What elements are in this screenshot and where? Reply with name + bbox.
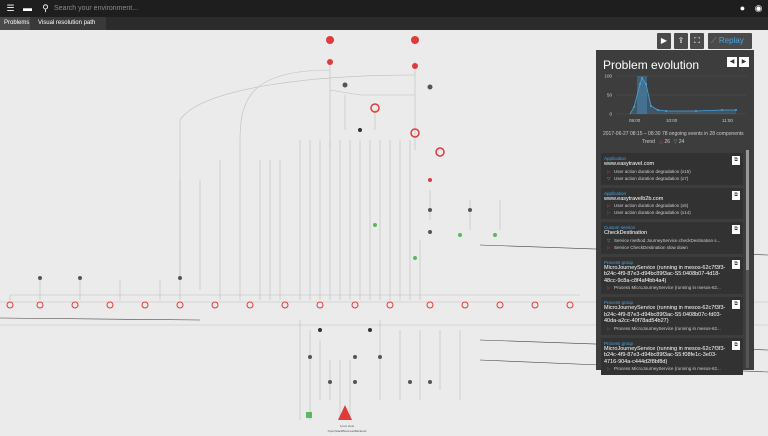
trend-label: Trend	[642, 139, 655, 145]
event-text: Service method JourneyService.checkDesti…	[614, 237, 721, 243]
open-entity-icon[interactable]: ⧉	[732, 156, 740, 165]
graph-nodes	[6, 36, 574, 420]
trend-down-count: 24	[678, 139, 685, 145]
replay-button[interactable]: ⟋ Replay	[708, 33, 752, 49]
upload-icon: ⇪	[677, 36, 685, 45]
open-entity-icon[interactable]: ⧉	[732, 259, 740, 269]
fullscreen-icon: ⛶	[694, 36, 700, 45]
search-input[interactable]: Search your environment...	[54, 3, 138, 14]
play-icon: ▶	[660, 36, 668, 45]
y-tick: 0	[609, 112, 612, 117]
card-event[interactable]: ▷ Process MicroJourneyService (running in…	[604, 325, 727, 332]
event-text: Service CheckDestination slow down	[614, 244, 688, 250]
event-text: Process MicroJourneyService (running in …	[614, 325, 721, 331]
bottom-node-label: OpenStackBusinessBackend	[328, 429, 367, 433]
trend: Trend △ 26 ▽ 24	[642, 139, 684, 145]
event-marker-icon: ▷	[607, 210, 611, 215]
panel-title: Problem evolution	[603, 58, 700, 72]
y-tick: 100	[604, 74, 612, 79]
event-marker-icon: ▷	[607, 366, 611, 371]
event-text: Process MicroJourneyService (running in …	[614, 285, 721, 290]
event-marker-icon: ▷	[607, 285, 611, 290]
breadcrumb-visual-resolution-path: Visual resolution path	[30, 17, 106, 30]
card-event[interactable]: ▷ Process MicroJourneyService (running in…	[604, 365, 727, 372]
y-tick: 50	[607, 93, 613, 98]
replay-label: Replay	[718, 36, 744, 45]
open-entity-icon[interactable]: ⧉	[732, 225, 740, 234]
open-entity-icon[interactable]: ⧉	[732, 190, 740, 200]
play-button[interactable]: ▶	[657, 33, 671, 49]
event-marker-icon: ▽	[607, 175, 611, 181]
event-card[interactable]: Process group MicroJourneyService (runnin…	[601, 297, 743, 335]
event-marker-icon: ▷	[607, 244, 611, 250]
event-card-list: Application www.easytravel.com ⧉ ▷ User acti…	[601, 153, 743, 378]
event-card[interactable]: Application www.easytravelb2b.com ⧉ ▷ User a…	[601, 187, 743, 219]
chat-icon[interactable]: ▬	[22, 3, 33, 14]
top-bar: ☰ ▬ ⚲ Search your environment... ● ◉	[0, 0, 768, 17]
card-event[interactable]: ▽ Service method JourneyService.checkDest…	[604, 237, 727, 244]
user-icon[interactable]: ◉	[753, 3, 764, 14]
replay-chart-icon: ⟋	[711, 36, 717, 45]
bottom-node-sub: Linux Host	[340, 424, 354, 428]
card-event[interactable]: ▽ User action duration degradation (x7)	[604, 175, 727, 182]
event-marker-icon: ▽	[607, 237, 611, 243]
upload-button[interactable]: ⇪	[674, 33, 688, 49]
event-text: User action duration degradation (x7)	[614, 175, 689, 181]
event-marker-icon: ▷	[607, 203, 611, 208]
event-text: User action duration degradation (x5)	[614, 203, 689, 208]
trend-down-icon: ▽	[673, 139, 678, 145]
event-marker-icon: ▷	[607, 168, 611, 174]
search-icon[interactable]: ⚲	[40, 3, 51, 14]
open-entity-icon[interactable]: ⧉	[732, 340, 740, 350]
card-event[interactable]: ▷ User action duration degradation (x5)	[604, 202, 727, 209]
x-tick: 11:00	[722, 118, 733, 123]
prev-button[interactable]: ◀	[727, 57, 737, 67]
menu-icon[interactable]: ☰	[5, 3, 16, 14]
card-event[interactable]: ▷ Service CheckDestination slow down	[604, 244, 727, 251]
event-text: User action duration degradation (x15)	[614, 168, 691, 174]
evolution-chart[interactable]: 100 50 0 09:00 10:00 11:00	[596, 72, 754, 134]
event-card[interactable]: Process group MicroJourneyService (runnin…	[601, 256, 743, 294]
x-tick: 10:00	[666, 118, 678, 123]
card-event[interactable]: ▷ User action duration degradation (x14)	[604, 209, 727, 216]
card-event[interactable]: ▷ User action duration degradation (x15)	[604, 168, 727, 175]
open-entity-icon[interactable]: ⧉	[732, 300, 740, 309]
card-entity-name[interactable]: MicroJourneyService (running in mesos-62…	[604, 346, 727, 366]
breadcrumb-problems[interactable]: Problems	[0, 17, 34, 30]
next-button[interactable]: ▶	[739, 57, 749, 67]
problem-evolution-panel: Problem evolution ◀ ▶ 100 50 0 09:00 10:…	[596, 50, 754, 375]
fullscreen-button[interactable]: ⛶	[690, 33, 704, 49]
event-card[interactable]: Custom service CheckDestination ⧉ ▽ Service …	[601, 222, 743, 254]
card-event[interactable]: ▷ Process MicroJourneyService (running in…	[604, 284, 727, 291]
event-card[interactable]: Application www.easytravel.com ⧉ ▷ User acti…	[601, 153, 743, 185]
evolution-summary: 2017-06-27 08:15 – 08:30 78 ongoing even…	[603, 131, 744, 137]
event-text: User action duration degradation (x14)	[614, 210, 691, 215]
card-entity-name[interactable]: MicroJourneyService (running in mesos-62…	[604, 265, 727, 285]
event-text: Process MicroJourneyService (running in …	[614, 366, 721, 371]
notification-icon[interactable]: ●	[737, 3, 748, 14]
breadcrumb: Problems Visual resolution path	[0, 17, 768, 30]
trend-up-count: 26	[664, 139, 671, 145]
trend-up-icon: △	[659, 139, 664, 145]
panel-scroll-thumb[interactable]	[746, 150, 749, 270]
x-tick: 09:00	[629, 118, 641, 123]
event-marker-icon: ▷	[607, 325, 611, 331]
event-card[interactable]: Process group MicroJourneyService (runnin…	[601, 337, 743, 375]
card-entity-name[interactable]: MicroJourneyService (running in mesos-62…	[604, 305, 727, 325]
